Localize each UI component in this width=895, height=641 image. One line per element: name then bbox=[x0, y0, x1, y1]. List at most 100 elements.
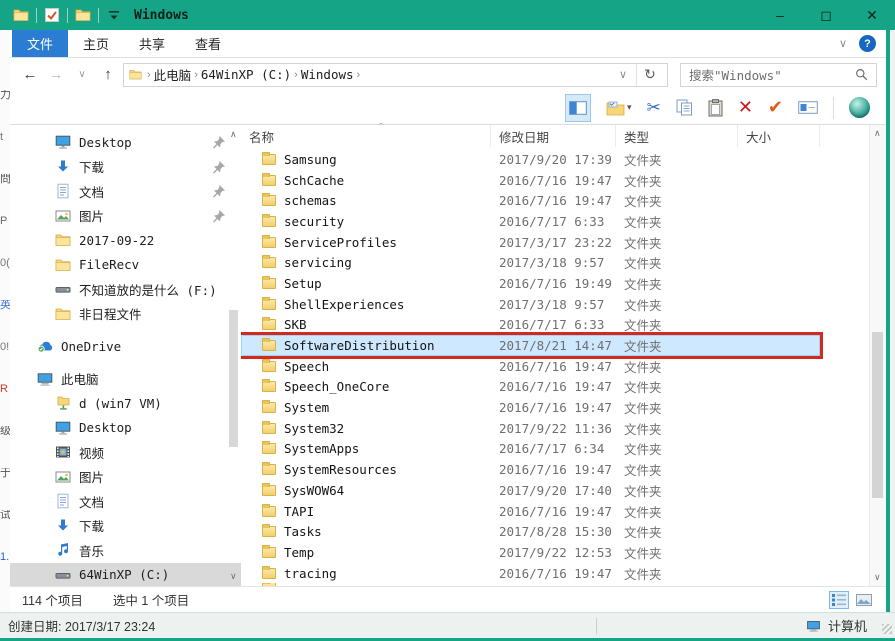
file-row-System32[interactable]: System322017/9/22 11:36文件夹 bbox=[241, 418, 820, 439]
sidebar-item-Desktop[interactable]: Desktop bbox=[10, 416, 241, 441]
ribbon-collapse-icon[interactable]: ∨ bbox=[839, 37, 847, 50]
sidebar-item-label: 此电脑 bbox=[61, 369, 99, 388]
file-row-Setup[interactable]: Setup2016/7/16 19:49文件夹 bbox=[241, 273, 820, 294]
sidebar-item-视频[interactable]: 视频 bbox=[10, 440, 241, 465]
file-row-servicing[interactable]: servicing2017/3/18 9:57文件夹 bbox=[241, 252, 820, 273]
ribbon-tab-文件[interactable]: 文件 bbox=[12, 30, 68, 57]
sidebar-scrollbar[interactable]: ∧ ∨ bbox=[227, 127, 240, 584]
sidebar-item-此电脑[interactable]: 此电脑 bbox=[10, 367, 241, 392]
sidebar-scroll-up-icon[interactable]: ∧ bbox=[230, 129, 237, 140]
close-button[interactable]: ✕ bbox=[849, 0, 895, 30]
file-row-Speech_OneCore[interactable]: Speech_OneCore2016/7/16 19:47文件夹 bbox=[241, 377, 820, 398]
file-row-ServiceProfiles[interactable]: ServiceProfiles2017/3/17 23:22文件夹 bbox=[241, 232, 820, 253]
file-row-security[interactable]: security2016/7/17 6:33文件夹 bbox=[241, 211, 820, 232]
file-row-System[interactable]: System2016/7/16 19:47文件夹 bbox=[241, 397, 820, 418]
ribbon-tab-查看[interactable]: 查看 bbox=[180, 30, 236, 57]
column-header-size[interactable]: 大小 bbox=[738, 125, 820, 147]
file-row-schemas[interactable]: schemas2016/7/16 19:47文件夹 bbox=[241, 190, 820, 211]
file-row-SysWOW64[interactable]: SysWOW642017/9/20 17:40文件夹 bbox=[241, 480, 820, 501]
file-row-SKB[interactable]: SKB2016/7/17 6:33文件夹 bbox=[241, 315, 820, 336]
file-type: 文件夹 bbox=[616, 171, 738, 190]
breadcrumb-item[interactable]: Windows bbox=[301, 67, 354, 82]
file-row-tracing[interactable]: tracing2016/7/16 19:47文件夹 bbox=[241, 563, 820, 584]
file-row-SoftwareDistribution[interactable]: SoftwareDistribution2017/8/21 14:47文件夹 bbox=[241, 335, 820, 356]
help-icon[interactable]: ? bbox=[859, 35, 876, 52]
file-date: 2016/7/16 19:47 bbox=[491, 462, 616, 477]
list-scroll-thumb[interactable] bbox=[872, 332, 883, 498]
maximize-button[interactable]: ◻ bbox=[803, 0, 849, 30]
sidebar-item-2017-09-22[interactable]: 2017-09-22 bbox=[10, 228, 241, 253]
file-row-TAPI[interactable]: TAPI2016/7/16 19:47文件夹 bbox=[241, 501, 820, 522]
shell-extension-button[interactable] bbox=[849, 95, 870, 121]
qat-folder-button[interactable] bbox=[13, 2, 29, 28]
breadcrumb-item[interactable]: 64WinXP (C:) bbox=[201, 67, 291, 82]
paste-button[interactable] bbox=[708, 95, 723, 121]
list-scrollbar[interactable]: ∧ ∨ bbox=[869, 125, 886, 586]
refresh-icon[interactable]: ↻ bbox=[636, 64, 663, 86]
folder-icon bbox=[75, 7, 91, 23]
file-row-SystemResources[interactable]: SystemResources2016/7/16 19:47文件夹 bbox=[241, 459, 820, 480]
address-bar[interactable]: ›此电脑›64WinXP (C:)›Windows› ∨ ↻ bbox=[123, 63, 668, 87]
address-dropdown-icon[interactable]: ∨ bbox=[614, 68, 632, 81]
background-text-fragment: 0( bbox=[0, 258, 10, 269]
confirm-button[interactable]: ✔ bbox=[768, 95, 783, 121]
computer-icon bbox=[37, 371, 53, 387]
column-header-date[interactable]: 修改日期 bbox=[491, 125, 616, 147]
file-row-ShellExperiences[interactable]: ShellExperiences2017/3/18 9:57文件夹 bbox=[241, 294, 820, 315]
back-button[interactable]: ← bbox=[19, 66, 41, 83]
screen: Windows – ◻ ✕ 力t問P0(英0!R级于试1. 文件主页共享查看 ∨… bbox=[0, 0, 895, 641]
list-scroll-down-icon[interactable]: ∨ bbox=[874, 572, 881, 583]
sidebar-item-OneDrive[interactable]: OneDrive bbox=[10, 334, 241, 359]
column-header-type[interactable]: 类型 bbox=[616, 125, 738, 147]
history-dropdown-icon[interactable]: ∨ bbox=[71, 69, 93, 80]
qat-folder-button[interactable] bbox=[75, 2, 91, 28]
folder-icon bbox=[262, 237, 276, 248]
new-folder-button[interactable]: ▾ bbox=[606, 95, 632, 121]
file-row-SchCache[interactable]: SchCache2016/7/16 19:47文件夹 bbox=[241, 170, 820, 191]
folder-icon bbox=[262, 568, 276, 579]
sidebar-item-音乐[interactable]: 音乐 bbox=[10, 538, 241, 563]
resize-grip[interactable] bbox=[882, 624, 892, 634]
thumbnail-view-button[interactable] bbox=[854, 591, 874, 609]
copy-button[interactable] bbox=[676, 95, 693, 121]
sidebar-item-图片[interactable]: 图片 bbox=[10, 465, 241, 490]
rename-button[interactable] bbox=[798, 95, 818, 121]
sidebar-item-64WinXP-C-[interactable]: 64WinXP (C:) bbox=[10, 563, 241, 587]
background-text-fragment: 级 bbox=[0, 426, 10, 437]
file-row-Temp[interactable]: Temp2017/9/22 12:53文件夹 bbox=[241, 542, 820, 563]
sidebar-item-文档[interactable]: 文档 bbox=[10, 489, 241, 514]
pin-icon bbox=[211, 183, 227, 199]
minimize-button[interactable]: – bbox=[757, 0, 803, 30]
breadcrumb-item[interactable]: 此电脑 bbox=[154, 65, 192, 84]
sidebar-item-d-win7-VM-[interactable]: d (win7 VM) bbox=[10, 391, 241, 416]
sidebar-scroll-down-icon[interactable]: ∨ bbox=[230, 571, 237, 582]
sidebar-item-FileRecv[interactable]: FileRecv bbox=[10, 253, 241, 278]
qat-qat-dropdown-button[interactable] bbox=[106, 2, 122, 28]
forward-button[interactable]: → bbox=[45, 66, 67, 83]
list-scroll-up-icon[interactable]: ∧ bbox=[874, 128, 881, 139]
column-header-name[interactable]: 名称 bbox=[241, 125, 491, 147]
cut-button[interactable]: ✂ bbox=[647, 95, 661, 121]
navigation-pane-toggle-button[interactable] bbox=[565, 94, 591, 122]
delete-button[interactable]: ✕ bbox=[738, 95, 753, 121]
sidebar-item-Desktop[interactable]: Desktop bbox=[10, 130, 241, 155]
ribbon-tab-主页[interactable]: 主页 bbox=[68, 30, 124, 57]
file-row-Tasks[interactable]: Tasks2017/8/28 15:30文件夹 bbox=[241, 521, 820, 542]
file-name: SystemApps bbox=[284, 441, 359, 456]
sidebar-item-文档[interactable]: 文档 bbox=[10, 179, 241, 204]
details-view-button[interactable] bbox=[829, 591, 849, 609]
sidebar-item-下载[interactable]: 下载 bbox=[10, 514, 241, 539]
search-input[interactable]: 搜索"Windows" bbox=[680, 63, 877, 87]
sidebar-scroll-thumb[interactable] bbox=[229, 310, 238, 447]
file-type: 文件夹 bbox=[616, 481, 738, 500]
file-row-Speech[interactable]: Speech2016/7/16 19:47文件夹 bbox=[241, 356, 820, 377]
sidebar-item-非日程文件[interactable]: 非日程文件 bbox=[10, 302, 241, 327]
file-row-SystemApps[interactable]: SystemApps2016/7/17 6:34文件夹 bbox=[241, 439, 820, 460]
file-row-Samsung[interactable]: Samsung2017/9/20 17:39文件夹 bbox=[241, 149, 820, 170]
sidebar-item-图片[interactable]: 图片 bbox=[10, 204, 241, 229]
ribbon-tab-共享[interactable]: 共享 bbox=[124, 30, 180, 57]
qat-task-check-button[interactable] bbox=[44, 2, 60, 28]
up-button[interactable]: ↑ bbox=[97, 66, 119, 83]
sidebar-item-下载[interactable]: 下载 bbox=[10, 155, 241, 180]
sidebar-item-不知道放的是什么-F-[interactable]: 不知道放的是什么 (F:) bbox=[10, 277, 241, 302]
